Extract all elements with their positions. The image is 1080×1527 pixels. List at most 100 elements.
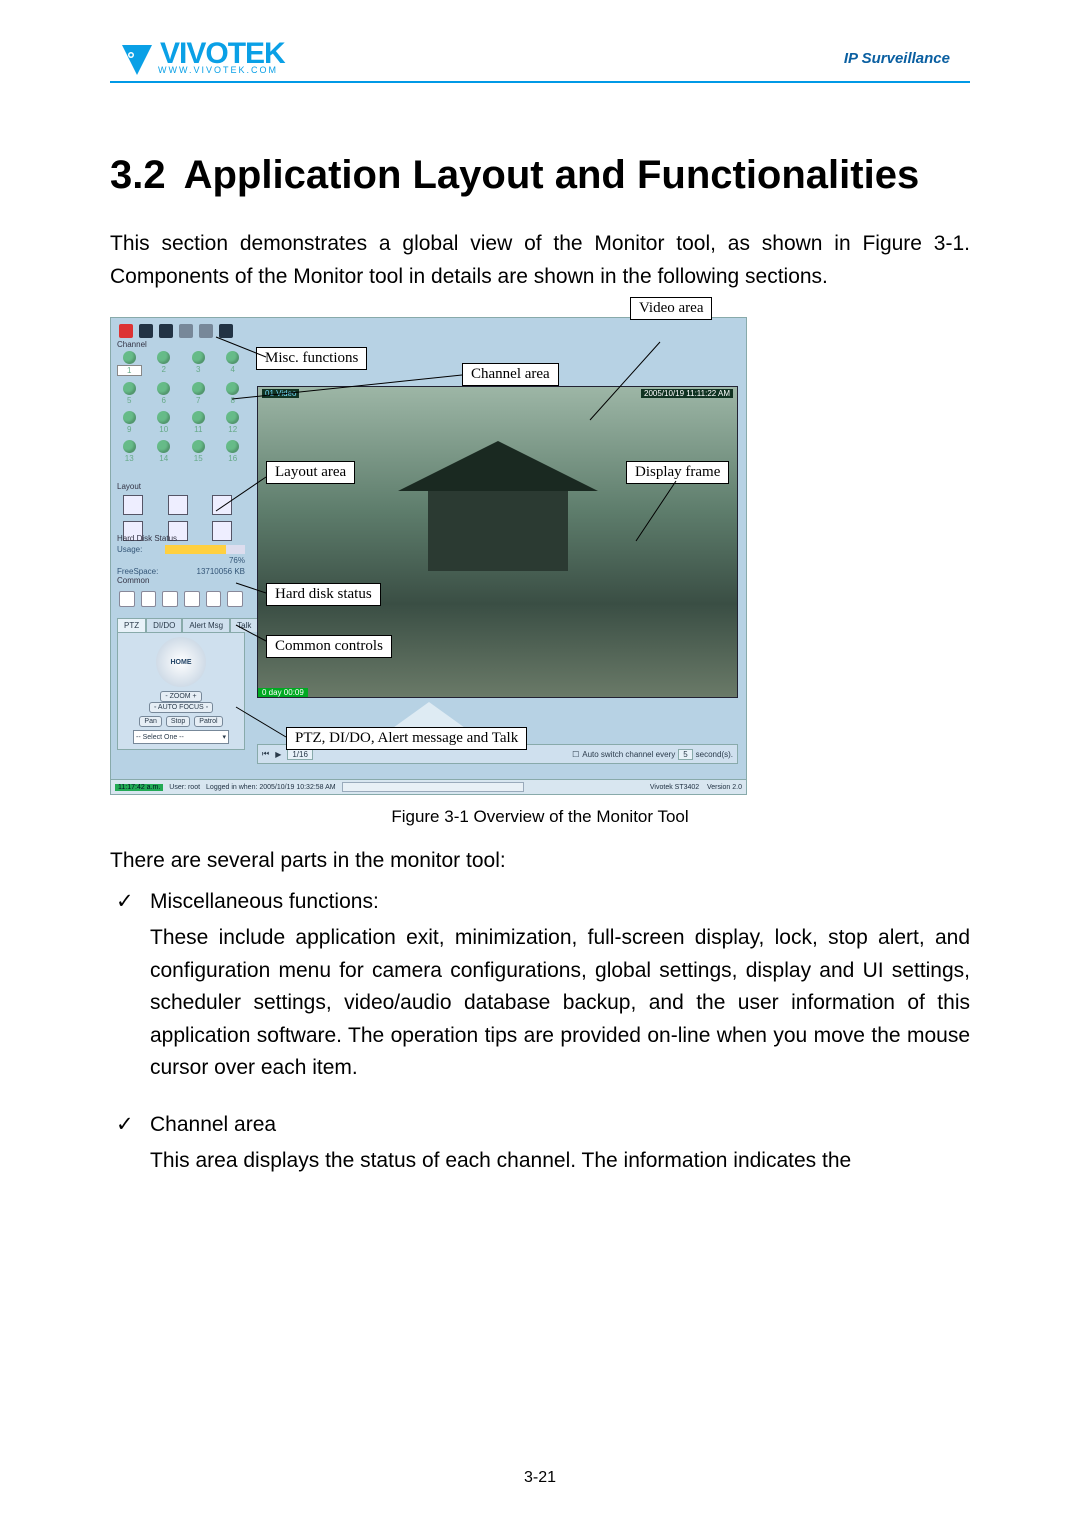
trash-icon[interactable]	[227, 591, 243, 607]
channel-status-dot-icon	[226, 440, 239, 453]
control-tabs: PTZDI/DOAlert MsgTalk	[117, 618, 258, 632]
list-item: Miscellaneous functions:These include ap…	[150, 886, 970, 1085]
video-osd: 0 day 00:09	[258, 688, 308, 697]
video-timestamp: 2005/10/19 11:11:22 AM	[641, 389, 733, 398]
config-icon[interactable]	[219, 324, 233, 338]
channel-status-dot-icon	[123, 440, 136, 453]
list-item-desc: This area displays the status of each ch…	[150, 1145, 970, 1178]
snapshot-icon[interactable]	[184, 591, 200, 607]
status-progress	[342, 782, 524, 792]
page: VIVOTEK WWW.VIVOTEK.COM IP Surveillance …	[0, 0, 1080, 1527]
channel-status-dot-icon	[192, 382, 205, 395]
channel-status-dot-icon	[123, 351, 136, 364]
common-panel: Common	[117, 576, 245, 611]
prev-icon[interactable]: ⏮	[262, 749, 269, 759]
channel-status-dot-icon	[157, 382, 170, 395]
hdd-title: Hard Disk Status	[117, 534, 245, 543]
patrol-button[interactable]: Patrol	[194, 716, 222, 727]
status-time: 11:17:42 a.m.	[115, 784, 163, 791]
autoswitch-unit: second(s).	[696, 750, 733, 759]
channel-button-11[interactable]: 11	[186, 411, 211, 434]
monitor-app: Channel 12345678910111213141516 Layout H…	[110, 317, 747, 795]
channel-button-12[interactable]: 12	[221, 411, 246, 434]
channel-status-dot-icon	[123, 411, 136, 424]
autoswitch-label: Auto switch channel every	[582, 750, 675, 759]
list-item-lead: Miscellaneous functions:	[150, 886, 970, 919]
tab-alert-msg[interactable]: Alert Msg	[182, 618, 230, 632]
channel-button-9[interactable]: 9	[117, 411, 142, 434]
channel-status-dot-icon	[123, 382, 136, 395]
autoswitch-value[interactable]: 5	[678, 749, 692, 760]
ptz-dial[interactable]: HOME	[156, 637, 206, 687]
channel-button-5[interactable]: 5	[117, 382, 142, 405]
pan-button[interactable]: Pan	[139, 716, 161, 727]
stop-button[interactable]: Stop	[166, 716, 190, 727]
zoom-chip[interactable]: - ZOOM +	[160, 691, 201, 702]
channel-button-3[interactable]: 3	[186, 351, 211, 376]
record-icon[interactable]	[162, 591, 178, 607]
tagline: IP Surveillance	[844, 50, 970, 67]
channel-panel: Channel 12345678910111213141516	[117, 340, 245, 463]
figure-caption: Figure 3-1 Overview of the Monitor Tool	[110, 807, 970, 827]
minimize-icon[interactable]	[139, 324, 153, 338]
brand-sub: WWW.VIVOTEK.COM	[158, 65, 283, 75]
lock-icon[interactable]	[179, 324, 193, 338]
channel-status-dot-icon	[226, 382, 239, 395]
channel-button-2[interactable]: 2	[152, 351, 177, 376]
layout-title: Layout	[117, 482, 245, 491]
channel-status-dot-icon	[157, 440, 170, 453]
volume-icon[interactable]	[119, 591, 135, 607]
speed-chip[interactable]: 1/16	[287, 749, 313, 760]
video-area[interactable]: 01 Video 2005/10/19 11:11:22 AM 0 day 00…	[257, 386, 738, 698]
ptz-panel: HOME - ZOOM + ◦ AUTO FOCUS ◦ Pan Stop Pa…	[117, 632, 245, 750]
channel-button-15[interactable]: 15	[186, 440, 211, 463]
channel-button-4[interactable]: 4	[221, 351, 246, 376]
channel-status-dot-icon	[192, 440, 205, 453]
layout-6up-icon[interactable]	[212, 495, 232, 515]
page-number: 3-21	[0, 1469, 1080, 1487]
preset-select[interactable]: -- Select One --▾	[133, 730, 229, 744]
list-item-desc: These include application exit, minimiza…	[150, 922, 970, 1085]
autofocus-chip[interactable]: ◦ AUTO FOCUS ◦	[149, 702, 213, 713]
status-product: Vivotek ST3402	[650, 784, 699, 791]
stop-icon[interactable]	[141, 591, 157, 607]
status-bar: 11:17:42 a.m. User: root Logged in when:…	[111, 779, 746, 794]
list-item-lead: Channel area	[150, 1109, 970, 1142]
channel-status-dot-icon	[157, 351, 170, 364]
power-icon[interactable]	[119, 324, 133, 338]
channel-title: Channel	[117, 340, 245, 349]
stop-alert-icon[interactable]	[199, 324, 213, 338]
layout-4up-icon[interactable]	[168, 495, 188, 515]
play-icon[interactable]: ▶	[275, 750, 281, 759]
channel-button-14[interactable]: 14	[152, 440, 177, 463]
hdd-usage-label: Usage:	[117, 545, 142, 554]
playback-bar: ⏮ ▶ 1/16 ☐ Auto switch channel every 5 s…	[257, 744, 738, 764]
tab-talk[interactable]: Talk	[230, 618, 258, 632]
section-number: 3.2	[110, 153, 166, 197]
channel-button-6[interactable]: 6	[152, 382, 177, 405]
channel-status-dot-icon	[226, 351, 239, 364]
play-indicator-icon	[379, 702, 479, 738]
bullet-list: Miscellaneous functions:These include ap…	[110, 886, 970, 1178]
channel-button-10[interactable]: 10	[152, 411, 177, 434]
layout-1up-icon[interactable]	[123, 495, 143, 515]
channel-button-1[interactable]: 1	[117, 351, 142, 376]
intro-paragraph: This section demonstrates a global view …	[110, 228, 970, 293]
channel-button-13[interactable]: 13	[117, 440, 142, 463]
print-icon[interactable]	[206, 591, 222, 607]
channel-status-dot-icon	[157, 411, 170, 424]
section-heading: 3.2Application Layout and Functionalitie…	[110, 153, 970, 198]
channel-button-16[interactable]: 16	[221, 440, 246, 463]
brand-logo: VIVOTEK WWW.VIVOTEK.COM	[110, 40, 285, 77]
brand-name: VIVOTEK	[160, 40, 285, 67]
channel-button-7[interactable]: 7	[186, 382, 211, 405]
tab-di-do[interactable]: DI/DO	[146, 618, 182, 632]
channel-status-dot-icon	[192, 351, 205, 364]
tab-ptz[interactable]: PTZ	[117, 618, 146, 632]
common-title: Common	[117, 576, 245, 585]
hdd-usage-value: 76%	[229, 556, 245, 565]
channel-button-8[interactable]: 8	[221, 382, 246, 405]
fullscreen-icon[interactable]	[159, 324, 173, 338]
hdd-free-label: FreeSpace:	[117, 567, 158, 576]
hdd-panel: Hard Disk Status Usage: 76% FreeSpace: 1…	[117, 534, 245, 576]
